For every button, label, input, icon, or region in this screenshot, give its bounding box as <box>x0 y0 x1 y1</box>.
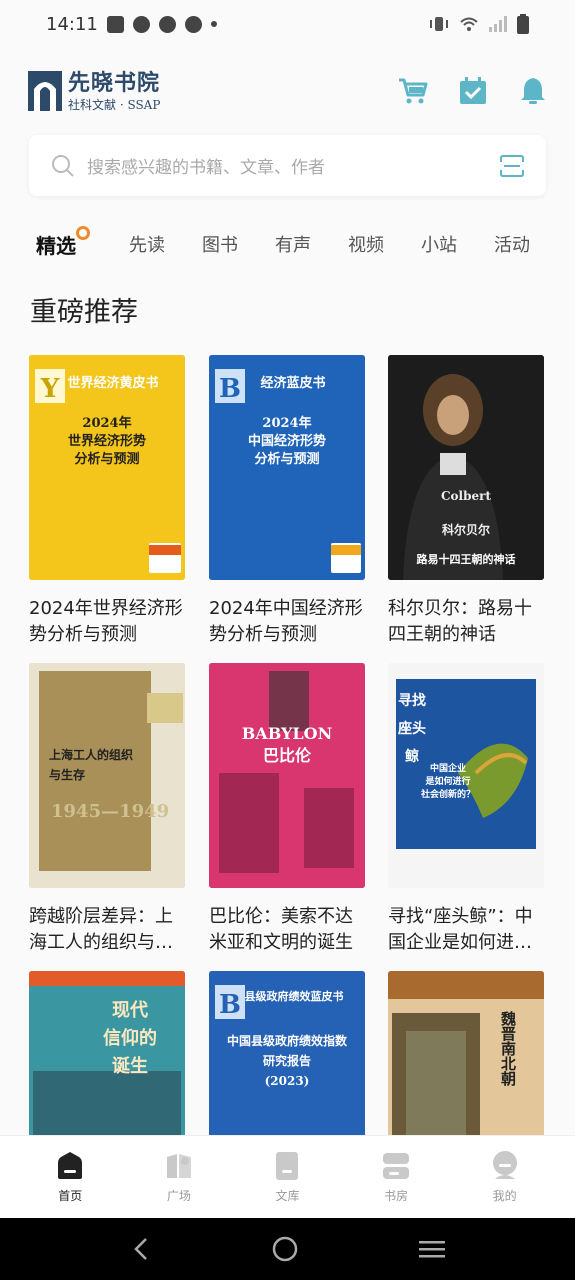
recents-icon[interactable] <box>418 1239 445 1259</box>
tab-featured[interactable]: 精选 <box>36 225 90 259</box>
nav-label: 书房 <box>384 1188 409 1203</box>
battery-icon <box>517 14 529 34</box>
book-cover: BABYLON 巴比伦 <box>209 663 365 888</box>
tab-events[interactable]: 活动 <box>494 231 530 257</box>
search-bar[interactable]: 搜索感兴趣的书籍、文章、作者 <box>29 135 546 196</box>
cover-series: 经济蓝皮书 <box>260 376 326 391</box>
book-title: 2024年中国经济形势分析与预测 <box>209 598 363 645</box>
cover-sub: 中国企业 是如何进行 社会创新的？ <box>420 764 475 800</box>
header-actions <box>398 76 548 106</box>
cart-icon <box>399 78 428 104</box>
cover-main: Colbert 科尔贝尔 <box>440 489 491 537</box>
nav-home[interactable]: 首页 <box>30 1151 110 1204</box>
checkin-button[interactable] <box>458 76 488 106</box>
section-title: 重磅推荐 <box>30 297 138 328</box>
status-right <box>429 14 529 34</box>
tab-preread[interactable]: 先读 <box>129 231 165 257</box>
home-circle-icon[interactable] <box>272 1236 298 1262</box>
book-title: 2024年世界经济形势分析与预测 <box>29 598 183 645</box>
cover-main: 中国县级政府绩效指数 研究报告 (2023) <box>226 1034 347 1088</box>
tab-dot-icon <box>76 225 90 240</box>
logo-text: 先晓书院 社科文献 · SSAP <box>68 72 160 111</box>
nav-study[interactable]: 书房 <box>356 1151 436 1204</box>
tab-audio[interactable]: 有声 <box>275 231 311 257</box>
status-time: 14:11 <box>46 13 98 35</box>
book-card[interactable]: Colbert 科尔贝尔 路易十四王朝的神话 科尔贝尔：路易十四王朝的神话 <box>388 355 544 648</box>
cover-main: 现代 信仰的 诞生 <box>103 1000 157 1077</box>
vibrate-icon <box>430 17 448 31</box>
category-tabs: 精选 先读 图书 有声 视频 小站 活动 <box>36 222 546 266</box>
cover-art <box>209 663 365 888</box>
scan-icon[interactable] <box>500 154 524 177</box>
back-icon[interactable] <box>131 1237 151 1261</box>
calendar-check-icon <box>460 77 486 104</box>
book-card[interactable]: 寻找 座头鲸 中国企业 是如何进行 社会创新的？ 寻找“座头鲸”：中国企业是如何… <box>388 663 544 956</box>
book-cover: 上海工人的组织 与生存 1945—1949 <box>29 663 185 888</box>
status-bar: 14:11 <box>0 0 575 48</box>
book-title: 巴比伦：美索不达米亚和文明的诞生 <box>209 906 353 953</box>
app-icon <box>184 15 202 33</box>
cart-button[interactable] <box>398 76 428 106</box>
system-nav-bar <box>0 1218 575 1280</box>
nav-square[interactable]: 广场 <box>139 1151 219 1204</box>
bottom-nav: 首页 广场 文库 书房 我的 <box>0 1135 575 1218</box>
book-card[interactable]: BABYLON 巴比伦 巴比伦：美索不达米亚和文明的诞生 <box>209 663 365 956</box>
notifications-button[interactable] <box>518 76 548 106</box>
tab-stations[interactable]: 小站 <box>421 231 457 257</box>
app-title: 先晓书院 <box>68 69 161 96</box>
tab-label: 精选 <box>36 233 76 258</box>
cover-main: 魏晋南北朝 <box>499 1011 517 1086</box>
book-title: 跨越阶层差异：上海工人的组织与… <box>29 906 173 953</box>
cover-main: 寻找 座头鲸 <box>398 693 426 765</box>
book-card[interactable]: 上海工人的组织 与生存 1945—1949 跨越阶层差异：上海工人的组织与… <box>29 663 185 956</box>
logo-icon <box>28 71 62 111</box>
book-cover: B 经济蓝皮书 2024年 中国经济形势 分析与预测 <box>209 355 365 580</box>
nav-label: 广场 <box>166 1188 191 1203</box>
profile-icon <box>492 1150 517 1179</box>
cover-main: BABYLON 巴比伦 <box>241 724 333 765</box>
tab-books[interactable]: 图书 <box>202 231 238 257</box>
cover-main: 上海工人的组织 与生存 <box>49 748 134 782</box>
book-title: 寻找“座头鲸”：中国企业是如何进… <box>388 906 533 953</box>
book-card[interactable]: B 经济蓝皮书 2024年 中国经济形势 分析与预测 2024年中国经济形势分析… <box>209 355 365 648</box>
book-title: 科尔贝尔：路易十四王朝的神话 <box>388 598 532 645</box>
search-icon <box>52 154 74 177</box>
wifi-icon <box>460 17 478 31</box>
tab-video[interactable]: 视频 <box>348 231 384 257</box>
nav-label: 我的 <box>492 1188 517 1203</box>
home-icon <box>58 1151 83 1179</box>
cover-series: 县级政府绩效蓝皮书 <box>244 990 344 1003</box>
cover-main: 2024年 世界经济形势 分析与预测 <box>67 416 146 467</box>
nav-library[interactable]: 文库 <box>247 1151 327 1204</box>
search-placeholder: 搜索感兴趣的书籍、文章、作者 <box>87 158 325 178</box>
nav-label: 文库 <box>275 1188 300 1203</box>
more-dot-icon <box>210 21 217 27</box>
notification-icon <box>106 15 124 33</box>
cover-main: 2024年 中国经济形势 分析与预测 <box>247 416 326 467</box>
bell-icon <box>521 78 545 104</box>
bookshelf-icon <box>383 1152 410 1179</box>
book-cover: 寻找 座头鲸 中国企业 是如何进行 社会创新的？ <box>388 663 544 888</box>
nav-label: 首页 <box>58 1188 83 1203</box>
cover-sub: 路易十四王朝的神话 <box>416 553 516 566</box>
library-icon <box>276 1151 299 1180</box>
book-cover: Y 世界经济黄皮书 2024年 世界经济形势 分析与预测 <box>29 355 185 580</box>
cover-sub: 1945—1949 <box>51 801 170 822</box>
app-subtitle: 社科文献 · SSAP <box>68 97 161 112</box>
app-icon <box>132 15 150 33</box>
book-cover: Colbert 科尔贝尔 路易十四王朝的神话 <box>388 355 544 580</box>
app-header: 先晓书院 社科文献 · SSAP <box>28 68 548 114</box>
nav-profile[interactable]: 我的 <box>465 1150 545 1204</box>
status-left: 14:11 <box>46 14 217 35</box>
app-icon <box>158 15 176 33</box>
signal-icon <box>489 16 507 32</box>
cover-series: 世界经济黄皮书 <box>67 376 159 391</box>
book-card[interactable]: Y 世界经济黄皮书 2024年 世界经济形势 分析与预测 2024年世界经济形势… <box>29 355 185 648</box>
square-icon <box>166 1153 191 1178</box>
